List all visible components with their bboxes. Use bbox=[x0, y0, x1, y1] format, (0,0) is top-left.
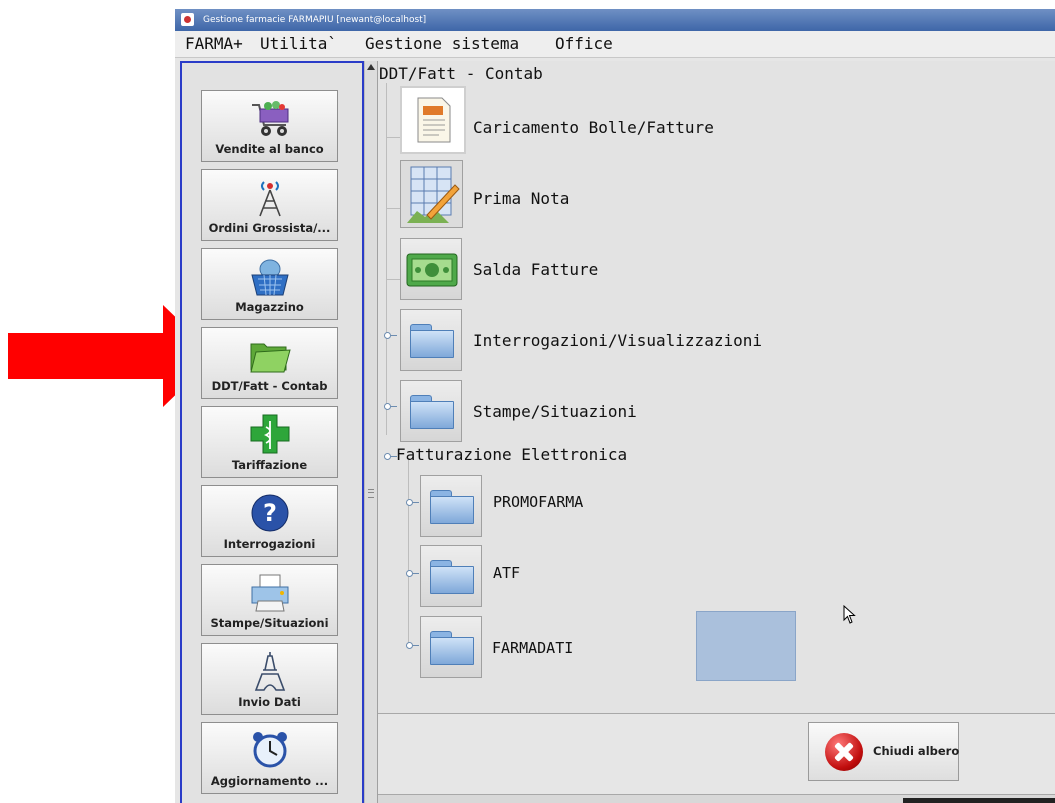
title-bar: Gestione farmacie FARMAPIU [newant@local… bbox=[175, 9, 1055, 31]
tree-item-label[interactable]: Caricamento Bolle/Fatture bbox=[473, 118, 714, 137]
tree-node-atf[interactable] bbox=[420, 545, 482, 607]
close-x-icon bbox=[825, 733, 863, 771]
splitter[interactable] bbox=[364, 61, 378, 803]
tree-connector bbox=[386, 83, 387, 435]
sidebar-item-label: Interrogazioni bbox=[223, 537, 316, 551]
sidebar-item-label: Invio Dati bbox=[238, 695, 301, 709]
sidebar-item-label: Vendite al banco bbox=[215, 142, 324, 156]
tree-node-caricamento[interactable] bbox=[400, 86, 466, 154]
tree-item-label[interactable]: Prima Nota bbox=[473, 189, 569, 208]
tree-item-label[interactable]: PROMOFARMA bbox=[493, 493, 583, 511]
sidebar-item-stampe[interactable]: Stampe/Situazioni bbox=[201, 564, 338, 636]
tree-item-label[interactable]: Salda Fatture bbox=[473, 260, 598, 279]
pharmacy-cross-icon bbox=[250, 414, 289, 454]
tree-handle-icon[interactable] bbox=[406, 499, 419, 506]
tree-handle-icon[interactable] bbox=[406, 642, 419, 649]
folder-icon bbox=[410, 324, 454, 358]
antenna-tower-icon bbox=[258, 181, 281, 217]
collapse-arrow-icon[interactable] bbox=[367, 64, 375, 70]
tree-root-label[interactable]: DDT/Fatt - Contab bbox=[379, 64, 543, 83]
tree-item-label[interactable]: FARMADATI bbox=[492, 639, 573, 657]
sidebar-item-label: Ordini Grossista/... bbox=[208, 221, 331, 235]
sidebar-item-interrogazioni[interactable]: ? Interrogazioni bbox=[201, 485, 338, 557]
sidebar-item-aggiornamento[interactable]: Aggiornamento ... bbox=[201, 722, 338, 794]
menu-utilita[interactable]: Utilita` bbox=[260, 34, 337, 53]
spreadsheet-pencil-icon bbox=[407, 166, 460, 223]
eiffel-tower-icon bbox=[254, 652, 285, 691]
sidebar-item-invio-dati[interactable]: Invio Dati bbox=[201, 643, 338, 715]
mouse-cursor-icon bbox=[843, 605, 856, 624]
tree-node-stampe[interactable] bbox=[400, 380, 462, 442]
document-icon bbox=[417, 97, 451, 143]
sidebar-item-label: Aggiornamento ... bbox=[210, 774, 329, 788]
warehouse-basket-icon bbox=[250, 259, 289, 296]
menu-farma[interactable]: FARMA+ bbox=[185, 34, 243, 53]
tree-node-interrogazioni[interactable] bbox=[400, 309, 462, 371]
sidebar-item-tariffazione[interactable]: Tariffazione bbox=[201, 406, 338, 478]
tree-selection-highlight bbox=[696, 611, 796, 681]
tree-node-prima-nota[interactable] bbox=[400, 160, 463, 228]
tree-node-promofarma[interactable] bbox=[420, 475, 482, 537]
sidebar-item-label: Tariffazione bbox=[231, 458, 308, 472]
sidebar-item-magazzino[interactable]: Magazzino bbox=[201, 248, 338, 320]
tree-connector bbox=[408, 459, 409, 645]
tree-handle-icon[interactable] bbox=[406, 570, 419, 577]
tree-connector bbox=[386, 137, 400, 138]
alarm-clock-icon bbox=[252, 732, 287, 768]
help-question-icon: ? bbox=[251, 494, 288, 532]
status-bar bbox=[378, 794, 1055, 803]
sidebar-item-ddt-fatt[interactable]: DDT/Fatt - Contab bbox=[201, 327, 338, 399]
application-window: Gestione farmacie FARMAPIU [newant@local… bbox=[175, 9, 1055, 803]
tree-item-label[interactable]: ATF bbox=[493, 564, 520, 582]
close-tree-label: Chiudi albero bbox=[873, 744, 960, 758]
sidebar-item-label: Stampe/Situazioni bbox=[210, 616, 329, 630]
svg-text:?: ? bbox=[263, 499, 277, 527]
menu-gestione-sistema[interactable]: Gestione sistema bbox=[365, 34, 519, 53]
tree-connector bbox=[386, 208, 400, 209]
tree-panel: DDT/Fatt - Contab Caricamento Bolle/Fatt… bbox=[378, 61, 1055, 714]
tree-node-farmadati[interactable] bbox=[420, 616, 482, 678]
folder-icon bbox=[430, 490, 474, 524]
tree-handle-icon[interactable] bbox=[384, 332, 397, 339]
printer-icon bbox=[251, 574, 288, 612]
folder-icon bbox=[430, 631, 474, 665]
tree-item-label[interactable]: Interrogazioni/Visualizzazioni bbox=[473, 331, 762, 350]
sidebar-item-vendite[interactable]: Vendite al banco bbox=[201, 90, 338, 162]
tree-connector bbox=[386, 279, 400, 280]
menu-bar: FARMA+ Utilita` Gestione sistema Office bbox=[175, 31, 1055, 58]
money-banknote-icon bbox=[406, 253, 458, 287]
tree-group-label[interactable]: Fatturazione Elettronica bbox=[396, 445, 627, 464]
sidebar-item-ordini[interactable]: Ordini Grossista/... bbox=[201, 169, 338, 241]
menu-office[interactable]: Office bbox=[555, 34, 613, 53]
close-tree-button[interactable]: Chiudi albero bbox=[808, 722, 959, 781]
tree-node-salda-fatture[interactable] bbox=[400, 238, 462, 300]
sidebar: Vendite al banco Ordini Grossista/... Ma… bbox=[180, 61, 364, 803]
tree-item-label[interactable]: Stampe/Situazioni bbox=[473, 402, 637, 421]
tree-handle-icon[interactable] bbox=[384, 453, 397, 460]
folder-icon bbox=[410, 395, 454, 429]
tree-handle-icon[interactable] bbox=[384, 403, 397, 410]
window-title: Gestione farmacie FARMAPIU [newant@local… bbox=[203, 15, 427, 25]
app-icon bbox=[181, 13, 194, 26]
sidebar-item-label: DDT/Fatt - Contab bbox=[211, 379, 328, 393]
splitter-grip-icon[interactable] bbox=[368, 489, 374, 498]
shopping-cart-icon bbox=[251, 101, 288, 136]
bottom-panel: Chiudi albero bbox=[378, 714, 1055, 803]
status-field bbox=[903, 798, 1055, 803]
folder-icon bbox=[430, 560, 474, 594]
folder-open-icon bbox=[249, 343, 291, 373]
sidebar-item-label: Magazzino bbox=[235, 300, 304, 314]
